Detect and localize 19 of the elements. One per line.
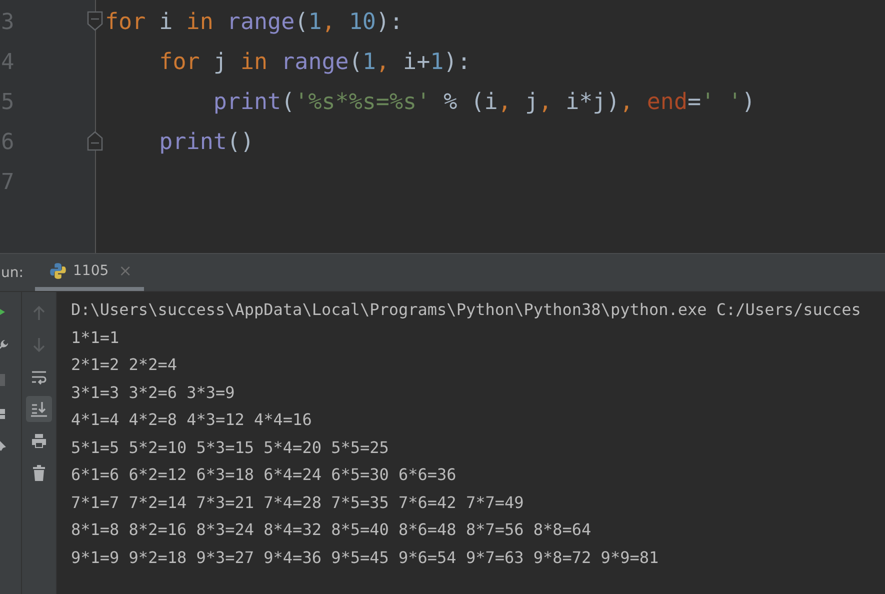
fold-icon[interactable] — [86, 10, 104, 32]
fold-icon[interactable] — [86, 130, 104, 152]
console-line: 3*1=3 3*2=6 3*3=9 — [71, 382, 236, 404]
code-line: print('%s*%s=%s' % (i, j, i*j), end=' ') — [212, 89, 756, 115]
scroll-to-end-icon[interactable] — [26, 396, 52, 422]
code-line: for i in range(1, 10): — [105, 9, 404, 35]
python-icon — [49, 262, 67, 280]
console-line: 1*1=1 — [71, 326, 120, 348]
run-label: un: — [1, 264, 24, 280]
console-line: 9*1=9 9*2=18 9*3=27 9*4=36 9*5=45 9*6=54 9*7=63 9*8=72 9*9=81 — [71, 546, 660, 568]
console-line: 8*1=8 8*2=16 8*3=24 8*4=32 8*5=40 8*6=48 8*7=56 8*8=64 — [71, 519, 592, 541]
console-line: D:\Users\success\AppData\Local\Programs\Python\Python38\python.exe C:/Users/succes — [71, 299, 862, 321]
console-line: 2*1=2 2*2=4 — [71, 354, 178, 376]
console-line: 5*1=5 5*2=10 5*3=15 5*4=20 5*5=25 — [71, 436, 390, 458]
console-line: 7*1=7 7*2=14 7*3=21 7*4=28 7*5=35 7*6=42 7*7=49 — [71, 492, 525, 514]
code-line: print() — [158, 129, 254, 155]
console-line: 4*1=4 4*2=8 4*3=12 4*4=16 — [71, 409, 313, 431]
console-line: 6*1=6 6*2=12 6*3=18 6*4=24 6*5=30 6*6=36 — [71, 464, 458, 486]
code-line: for j in range(1, i+1): — [158, 49, 471, 75]
